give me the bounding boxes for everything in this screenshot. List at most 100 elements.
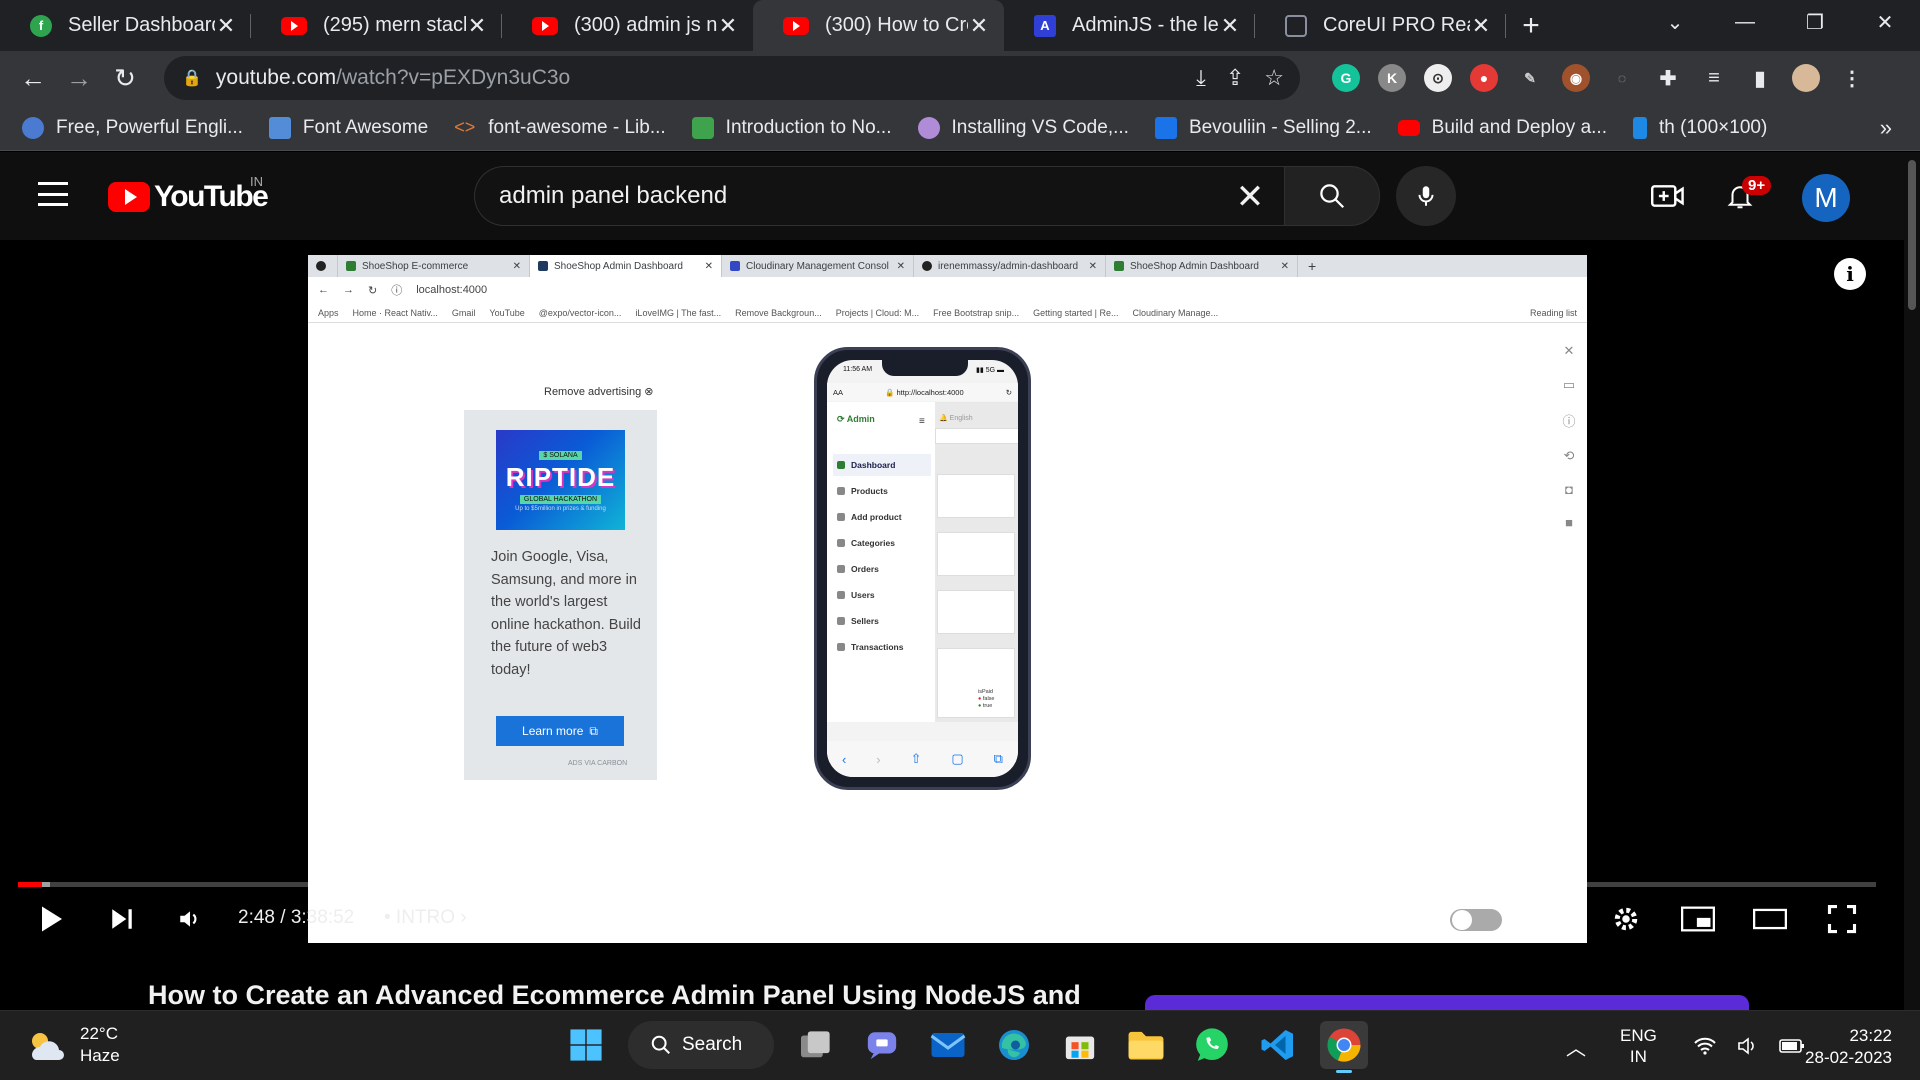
reload-icon[interactable]: ↻ bbox=[102, 55, 148, 101]
teams-chat-button[interactable] bbox=[858, 1021, 906, 1069]
browser-tab[interactable]: (300) admin js node ✕ bbox=[502, 0, 753, 51]
close-icon[interactable]: ✕ bbox=[717, 13, 739, 39]
bookmark-item[interactable]: Build and Deploy a... bbox=[1397, 117, 1607, 139]
autoplay-toggle[interactable] bbox=[1450, 909, 1502, 931]
clear-search-icon[interactable]: ✕ bbox=[1230, 177, 1270, 217]
new-tab-button[interactable]: + bbox=[1506, 0, 1556, 51]
youtube-logo[interactable]: YouTube IN bbox=[108, 174, 269, 214]
sync-icon[interactable]: ◌ bbox=[1608, 64, 1636, 92]
bookmark-item[interactable]: Free, Powerful Engli... bbox=[22, 116, 243, 139]
file-explorer-button[interactable] bbox=[1122, 1021, 1170, 1069]
weather-widget[interactable]: 22°C Haze bbox=[26, 1023, 120, 1067]
captions-icon bbox=[1536, 906, 1572, 932]
pokeball-icon[interactable]: ● bbox=[1470, 64, 1498, 92]
youtube-icon bbox=[783, 16, 809, 35]
close-icon[interactable]: ✕ bbox=[1219, 13, 1241, 39]
show-hidden-icons-chevron-up-icon[interactable]: ︿ bbox=[1566, 1032, 1586, 1061]
temperature: 22°C bbox=[80, 1024, 118, 1043]
install-icon[interactable]: ⤓ bbox=[1196, 65, 1206, 91]
taskbar-clock[interactable]: 23:22 28-02-2023 bbox=[1805, 1025, 1892, 1069]
chrome-button[interactable] bbox=[1320, 1021, 1368, 1073]
vscode-button[interactable] bbox=[1254, 1021, 1302, 1069]
bookmark-label: Font Awesome bbox=[302, 116, 429, 138]
browser-tab[interactable]: CoreUI PRO React.js ✕ bbox=[1255, 0, 1506, 51]
phone-menu-item: Orders bbox=[833, 558, 931, 580]
search-button[interactable] bbox=[1284, 166, 1380, 226]
bookmark-star-icon[interactable]: ☆ bbox=[1264, 65, 1284, 91]
miniplayer-button[interactable] bbox=[1674, 895, 1722, 943]
mail-button[interactable] bbox=[924, 1021, 972, 1069]
inner-tab: irenemmassy/admin-dashboard ✕ bbox=[914, 255, 1106, 277]
profile-avatar-icon[interactable] bbox=[1792, 64, 1820, 92]
subtitles-button[interactable] bbox=[1530, 895, 1578, 943]
side-panel-icon[interactable]: ▮ bbox=[1746, 64, 1774, 92]
minimize-icon[interactable]: — bbox=[1710, 0, 1780, 44]
bookmark-item[interactable]: Introduction to No... bbox=[691, 116, 892, 139]
tab-search-icon[interactable]: ⌄ bbox=[1640, 0, 1710, 44]
info-icon[interactable]: i bbox=[1834, 258, 1866, 290]
close-icon[interactable]: ✕ bbox=[1470, 13, 1492, 39]
close-icon[interactable]: ✕ bbox=[466, 13, 488, 39]
inner-tab: ShoeShop Admin Dashboard ✕ bbox=[1106, 255, 1298, 277]
voice-search-button[interactable] bbox=[1396, 166, 1456, 226]
forward-icon[interactable]: → bbox=[56, 55, 102, 101]
inner-reload-icon: ↻ bbox=[368, 284, 378, 297]
edge-button[interactable] bbox=[990, 1021, 1038, 1069]
browser-tab[interactable]: f Seller Dashboard ✕ bbox=[0, 0, 251, 51]
play-button[interactable] bbox=[28, 895, 76, 943]
browser-tab-active[interactable]: (300) How to Create ✕ bbox=[753, 0, 1004, 51]
k-extension-icon[interactable]: K bbox=[1378, 64, 1406, 92]
bookmark-item[interactable]: Installing VS Code,... bbox=[917, 116, 1129, 139]
fullscreen-button[interactable] bbox=[1818, 895, 1866, 943]
region-code: IN bbox=[250, 174, 263, 189]
close-icon[interactable]: ✕ bbox=[215, 13, 237, 39]
page-scrollbar[interactable] bbox=[1904, 152, 1920, 1010]
volume-icon bbox=[180, 911, 197, 927]
hamburger-menu-icon[interactable] bbox=[38, 182, 68, 206]
settings-button[interactable] bbox=[1602, 895, 1650, 943]
language-indicator[interactable]: ENG IN bbox=[1620, 1025, 1657, 1067]
chapter-title[interactable]: • INTRO › bbox=[384, 907, 467, 929]
account-avatar[interactable]: M bbox=[1802, 174, 1850, 222]
battery-icon[interactable] bbox=[1779, 1038, 1805, 1054]
search-query: admin panel backend bbox=[499, 182, 728, 209]
mute-button[interactable] bbox=[166, 895, 214, 943]
task-view-button[interactable] bbox=[792, 1021, 840, 1069]
inner-bookmark: Home · React Nativ... bbox=[352, 307, 438, 318]
owl-icon[interactable]: ◉ bbox=[1562, 64, 1590, 92]
theater-mode-button[interactable] bbox=[1746, 895, 1794, 943]
video-progress-bar[interactable] bbox=[18, 882, 1876, 887]
bookmarks-more-icon[interactable]: » bbox=[1880, 115, 1892, 141]
search-input[interactable]: admin panel backend ✕ bbox=[474, 166, 1284, 226]
bookmark-item[interactable]: Bevouliin - Selling 2... bbox=[1154, 116, 1372, 139]
coreui-icon bbox=[1285, 14, 1307, 37]
back-icon[interactable]: ← bbox=[10, 55, 56, 101]
menu-kebab-icon[interactable]: ⋮ bbox=[1838, 64, 1866, 92]
restore-icon[interactable]: ❐ bbox=[1780, 0, 1850, 44]
wifi-icon[interactable] bbox=[1693, 1036, 1717, 1056]
browser-tab[interactable]: A AdminJS - the leadi ✕ bbox=[1004, 0, 1255, 51]
reading-list-icon[interactable]: ≡ bbox=[1700, 64, 1728, 92]
close-window-icon[interactable]: ✕ bbox=[1850, 0, 1920, 44]
close-icon[interactable]: ✕ bbox=[968, 13, 990, 39]
browser-tab[interactable]: (295) mern stack de ✕ bbox=[251, 0, 502, 51]
address-bar[interactable]: 🔒 youtube.com/watch?v=pEXDyn3uC3o ⤓ ⇪ ☆ bbox=[164, 56, 1300, 100]
grammarly-icon[interactable]: G bbox=[1332, 64, 1360, 92]
next-button[interactable] bbox=[98, 895, 146, 943]
create-video-button[interactable] bbox=[1648, 176, 1688, 216]
bookmark-item[interactable]: <> font-awesome - Lib... bbox=[454, 117, 665, 139]
bookmark-item[interactable]: Font Awesome bbox=[268, 116, 429, 139]
video-player[interactable]: i ShoeShop E-commerce ✕ ShoeShop Admin Da… bbox=[0, 240, 1904, 943]
pen-icon[interactable]: ✎ bbox=[1516, 64, 1544, 92]
bookmark-item[interactable]: th (100×100) bbox=[1633, 116, 1767, 139]
share-icon[interactable]: ⇪ bbox=[1226, 65, 1244, 91]
extension-icon[interactable]: ⊙ bbox=[1424, 64, 1452, 92]
microsoft-store-button[interactable] bbox=[1056, 1021, 1104, 1069]
theater-icon bbox=[1753, 908, 1787, 930]
start-button[interactable] bbox=[562, 1021, 610, 1069]
taskbar-search[interactable]: Search bbox=[628, 1021, 774, 1069]
whatsapp-button[interactable] bbox=[1188, 1021, 1236, 1069]
puzzle-icon[interactable]: ✚ bbox=[1654, 64, 1682, 92]
speaker-icon[interactable] bbox=[1737, 1036, 1759, 1056]
phone-menu-item: Dashboard bbox=[833, 454, 931, 476]
